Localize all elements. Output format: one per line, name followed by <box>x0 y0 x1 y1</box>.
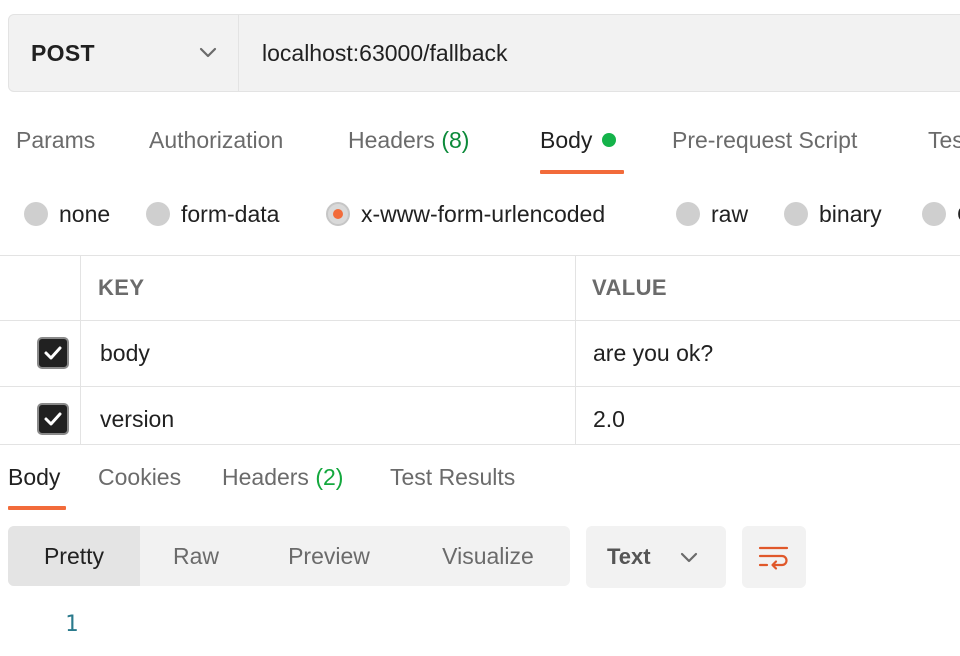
method-label: POST <box>31 39 95 66</box>
tab-tests[interactable]: Tes <box>928 127 960 154</box>
column-header-key: KEY <box>98 275 145 300</box>
view-mode-visualize[interactable]: Visualize <box>406 526 570 586</box>
radio-graphql[interactable]: G <box>922 198 960 230</box>
wrap-lines-icon <box>758 546 789 570</box>
radio-none[interactable]: none <box>24 198 110 230</box>
table-row-border <box>0 386 960 387</box>
url-input[interactable]: localhost:63000/fallback <box>262 15 508 91</box>
radio-raw[interactable]: raw <box>676 198 748 230</box>
table-column-divider <box>575 255 576 445</box>
radio-circle <box>676 202 700 226</box>
response-tab-test-results[interactable]: Test Results <box>390 464 515 491</box>
column-header-value: VALUE <box>592 275 667 300</box>
response-tab-headers-label: Headers <box>222 464 309 490</box>
param-key-cell[interactable]: body <box>100 340 150 367</box>
table-header-border <box>0 320 960 321</box>
response-tab-cookies[interactable]: Cookies <box>98 464 181 491</box>
tab-body-label: Body <box>540 127 593 153</box>
row-enabled-checkbox[interactable] <box>37 403 69 435</box>
view-mode-pretty[interactable]: Pretty <box>8 526 140 586</box>
response-tab-body[interactable]: Body <box>8 464 60 491</box>
row-enabled-checkbox[interactable] <box>37 337 69 369</box>
tab-params[interactable]: Params <box>16 127 95 154</box>
param-value-cell[interactable]: 2.0 <box>593 406 625 433</box>
tab-body[interactable]: Body <box>540 127 617 154</box>
radio-circle <box>146 202 170 226</box>
format-select[interactable]: Text <box>586 526 726 588</box>
table-top-border <box>0 255 960 256</box>
radio-circle <box>784 202 808 226</box>
radio-label: binary <box>819 200 882 227</box>
format-select-label: Text <box>607 544 651 569</box>
editor-line-number: 1 <box>65 612 79 637</box>
param-value-cell[interactable]: are you ok? <box>593 340 713 367</box>
view-mode-preview[interactable]: Preview <box>252 526 406 586</box>
response-tab-headers[interactable]: Headers (2) <box>222 464 343 491</box>
wrap-lines-button[interactable] <box>742 526 806 588</box>
table-column-divider <box>80 255 81 445</box>
radio-circle <box>24 202 48 226</box>
tab-headers[interactable]: Headers (8) <box>348 127 469 154</box>
url-bar: POST localhost:63000/fallback <box>8 14 960 92</box>
radio-circle <box>922 202 946 226</box>
body-modified-dot <box>602 132 617 147</box>
param-key-cell[interactable]: version <box>100 406 174 433</box>
active-tab-indicator <box>540 170 624 174</box>
view-mode-segmented-control: Pretty Raw Preview Visualize <box>8 526 570 586</box>
radio-label: form-data <box>181 200 280 227</box>
chevron-down-icon <box>680 552 698 563</box>
radio-urlencoded[interactable]: x-www-form-urlencoded <box>326 198 605 230</box>
radio-form-data[interactable]: form-data <box>146 198 279 230</box>
radio-label: none <box>59 200 111 227</box>
chevron-down-icon <box>199 47 217 58</box>
body-type-group: none form-data x-www-form-urlencoded raw… <box>0 198 960 230</box>
radio-label: x-www-form-urlencoded <box>361 200 606 227</box>
checkmark-icon <box>44 346 62 360</box>
radio-circle-selected <box>326 202 350 226</box>
response-active-tab-indicator <box>8 506 66 510</box>
radio-label: raw <box>711 200 749 227</box>
tab-headers-label: Headers <box>348 127 435 153</box>
method-select[interactable]: POST <box>9 15 239 91</box>
tab-authorization[interactable]: Authorization <box>149 127 283 154</box>
tab-headers-count: (8) <box>441 127 470 153</box>
response-tab-headers-count: (2) <box>315 464 344 490</box>
radio-binary[interactable]: binary <box>784 198 882 230</box>
checkmark-icon <box>44 412 62 426</box>
table-bottom-border <box>0 444 960 445</box>
view-mode-raw[interactable]: Raw <box>140 526 252 586</box>
tab-pre-request-script[interactable]: Pre-request Script <box>672 127 857 154</box>
